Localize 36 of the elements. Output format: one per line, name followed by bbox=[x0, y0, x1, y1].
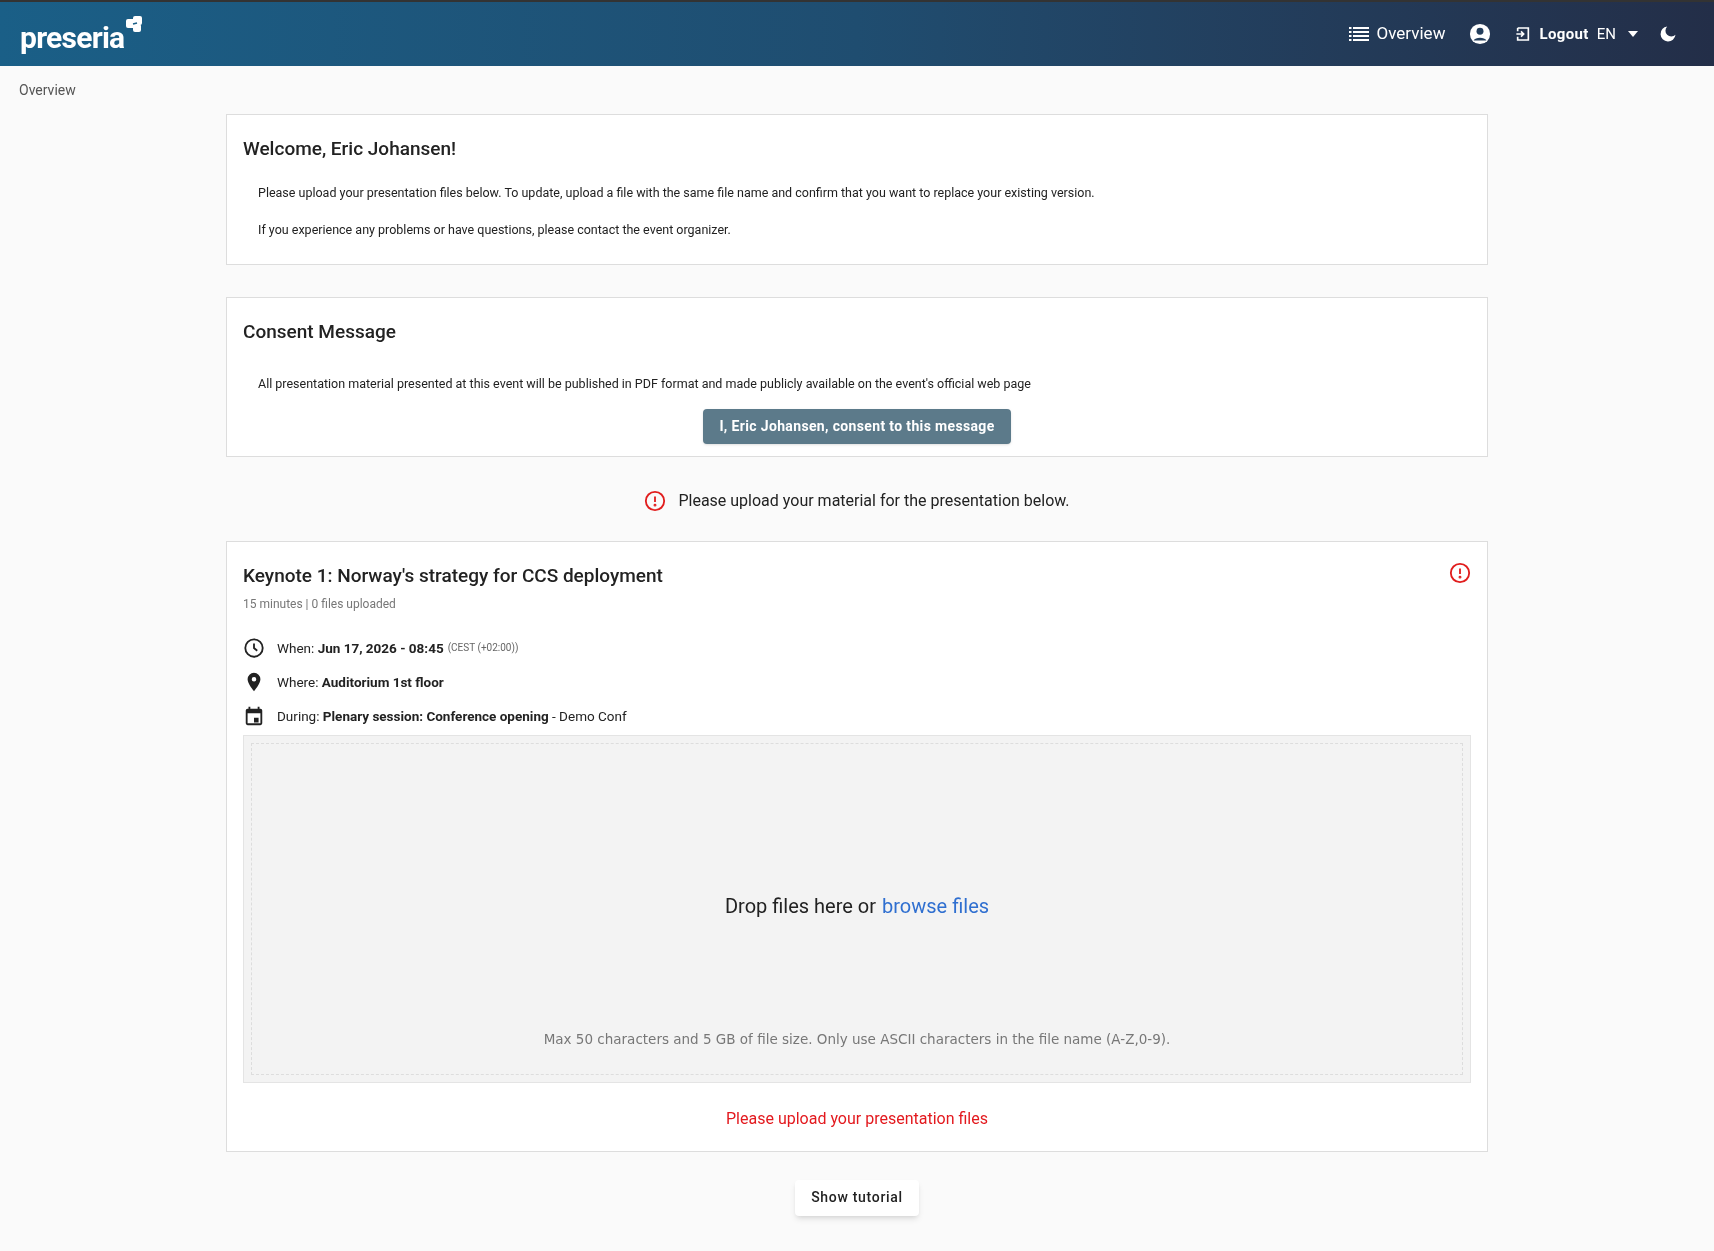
detail-text: During: Plenary session: Conference opening - Demo Conf bbox=[277, 706, 627, 726]
warning-icon bbox=[1449, 562, 1471, 585]
moon-icon bbox=[1658, 24, 1678, 44]
language-dropdown[interactable]: EN bbox=[1596, 22, 1638, 46]
overview-nav-link[interactable]: Overview bbox=[1348, 21, 1446, 47]
detail-text: Where: Auditorium 1st floor bbox=[277, 672, 444, 692]
warning-icon bbox=[644, 490, 667, 513]
presentation-title: Keynote 1: Norway's strategy for CCS deployment bbox=[243, 563, 663, 590]
timezone-note: (CEST (+02:00)) bbox=[447, 641, 519, 656]
show-tutorial-button[interactable]: Show tutorial bbox=[795, 1179, 919, 1216]
dropzone-text: Drop files here or bbox=[724, 892, 877, 920]
upload-error: Please upload your presentation files bbox=[725, 1107, 989, 1130]
breadcrumb[interactable]: Overview bbox=[19, 82, 76, 98]
logout-button[interactable]: Logout bbox=[1515, 22, 1589, 46]
welcome-text: Please upload your presentation files below. To update, upload a file with the same file name and confirm that you want to replace your existing version. bbox=[257, 183, 1096, 202]
caret-icon bbox=[1628, 31, 1638, 37]
file-dropzone[interactable]: Drop files here or browse files Max 50 characters and 5 GB of file size. Only use ASCII characters in the file name (A-Z,0-9). bbox=[243, 734, 1471, 1083]
calendar-icon bbox=[243, 704, 265, 727]
account-button[interactable] bbox=[1469, 23, 1492, 45]
user-icon bbox=[1469, 23, 1492, 45]
consent-button[interactable]: I, Eric Johansen, consent to this message bbox=[703, 409, 1011, 445]
file-requirements-hint: Max 50 characters and 5 GB of file size. Only use ASCII characters in the file name (A-Z,0-9). bbox=[543, 1029, 1171, 1049]
logout-icon bbox=[1515, 26, 1532, 42]
list-icon bbox=[1348, 27, 1369, 41]
presentation-meta: 15 minutes | 0 files uploaded bbox=[243, 595, 397, 613]
logo[interactable]: preseria bbox=[20, 15, 125, 53]
detail-text: When: Jun 17, 2026 - 08:45 bbox=[277, 638, 444, 658]
card-title: Welcome, Eric Johansen! bbox=[243, 136, 458, 162]
logo-mark-icon bbox=[124, 15, 145, 35]
clock-icon bbox=[243, 636, 265, 659]
browse-files-link[interactable]: browse files bbox=[882, 890, 990, 921]
consent-text: All presentation material presented at this event will be published in PDF format and made publicly available on the event's official web page bbox=[257, 374, 1032, 393]
welcome-text: If you experience any problems or have questions, please contact the event organizer. bbox=[257, 221, 732, 240]
dark-mode-toggle[interactable] bbox=[1658, 24, 1678, 44]
upload-notice: Please upload your material for the presentation below. bbox=[678, 490, 1070, 513]
card-title: Consent Message bbox=[243, 319, 397, 345]
